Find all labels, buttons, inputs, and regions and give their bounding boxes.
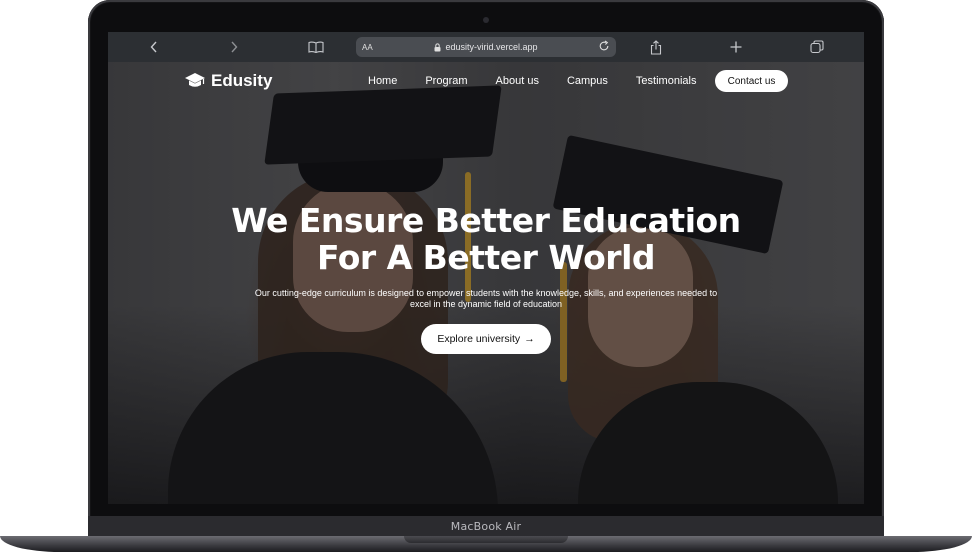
tabs-overview-icon[interactable] — [807, 38, 827, 56]
camera-icon — [483, 17, 489, 23]
site-navbar: Edusity Home Program About us Campus Tes… — [108, 62, 864, 102]
browser-toolbar: AA edusity-virid.vercel.app — [108, 32, 864, 62]
hero-title: We Ensure Better Education For A Better … — [108, 202, 864, 276]
book-icon[interactable] — [306, 38, 326, 56]
graduation-cap-icon — [185, 73, 205, 87]
nav-program[interactable]: Program — [425, 75, 467, 87]
device-label: MacBook Air — [450, 519, 522, 533]
nav-testimonials[interactable]: Testimonials — [636, 75, 697, 87]
nav-home[interactable]: Home — [368, 75, 397, 87]
hero-title-line1: We Ensure Better Education — [231, 201, 741, 240]
hero-subtitle-line1: Our cutting-edge curriculum is designed … — [254, 288, 718, 298]
reload-icon[interactable] — [598, 40, 610, 52]
back-icon[interactable] — [144, 38, 164, 56]
nav-about-us[interactable]: About us — [496, 75, 539, 87]
hero-title-line2: For A Better World — [317, 238, 656, 277]
nav-links: Home Program About us Campus Testimonial… — [368, 75, 696, 87]
brand-name: Edusity — [211, 71, 273, 90]
laptop-base-notch — [404, 536, 568, 543]
forward-icon[interactable] — [224, 38, 244, 56]
explore-university-label: Explore university — [437, 333, 521, 345]
arrow-right-icon: → — [524, 333, 535, 345]
new-tab-plus-icon[interactable] — [726, 38, 746, 56]
site-logo[interactable]: Edusity — [184, 71, 272, 91]
hero-content: We Ensure Better Education For A Better … — [108, 202, 864, 354]
share-icon[interactable] — [646, 38, 666, 56]
hero-subtitle: Our cutting-edge curriculum is designed … — [231, 288, 741, 310]
laptop-chin: MacBook Air — [88, 516, 884, 536]
lock-icon — [434, 42, 441, 51]
website-hero: Edusity Home Program About us Campus Tes… — [108, 62, 864, 504]
explore-university-button[interactable]: Explore university → — [421, 324, 551, 354]
contact-us-button[interactable]: Contact us — [715, 70, 788, 92]
address-bar[interactable]: AA edusity-virid.vercel.app — [356, 37, 616, 57]
url-text: edusity-virid.vercel.app — [445, 42, 538, 52]
hero-subtitle-line2: excel in the dynamic field of education — [409, 299, 563, 309]
laptop-screen: AA edusity-virid.vercel.app Edusity Home… — [108, 32, 864, 504]
nav-campus[interactable]: Campus — [567, 75, 608, 87]
